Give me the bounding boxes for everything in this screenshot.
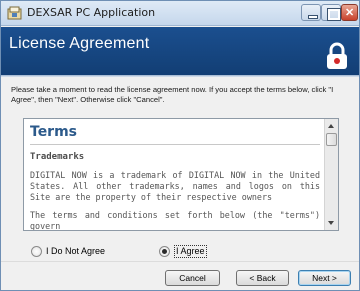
close-button[interactable] xyxy=(341,4,358,21)
maximize-icon xyxy=(322,5,341,21)
lock-icon xyxy=(327,42,347,69)
do-not-agree-label[interactable]: I Do Not Agree xyxy=(46,246,105,257)
license-scrollbar[interactable] xyxy=(324,119,338,230)
window-title: DEXSAR PC Application xyxy=(27,6,156,19)
agree-label[interactable]: I Agree xyxy=(174,245,207,258)
scroll-down-icon[interactable] xyxy=(325,217,338,230)
license-paragraph: DIGITAL NOW is a trademark of DIGITAL NO… xyxy=(30,170,320,202)
agree-radio[interactable] xyxy=(159,246,170,257)
terms-heading: Terms xyxy=(30,124,78,140)
installer-app-icon xyxy=(7,6,22,20)
footer-divider xyxy=(1,261,359,262)
maximize-button[interactable] xyxy=(321,4,341,21)
cancel-button[interactable]: Cancel xyxy=(165,270,220,286)
license-text-box[interactable]: Terms Trademarks DIGITAL NOW is a tradem… xyxy=(23,118,339,231)
trademarks-heading: Trademarks xyxy=(30,152,85,162)
installer-window: DEXSAR PC Application License Agreement … xyxy=(0,0,360,291)
instructions-text: Please take a moment to read the license… xyxy=(11,85,334,104)
scrollbar-thumb[interactable] xyxy=(326,133,337,146)
license-content: Terms Trademarks DIGITAL NOW is a tradem… xyxy=(30,124,320,231)
back-button[interactable]: < Back xyxy=(236,270,289,286)
title-bar[interactable]: DEXSAR PC Application xyxy=(1,1,359,26)
license-paragraph: The terms and conditions set forth below… xyxy=(30,210,320,231)
minimize-button[interactable] xyxy=(301,4,321,21)
close-icon xyxy=(342,5,357,20)
header-banner: License Agreement xyxy=(1,27,359,75)
terms-divider xyxy=(30,144,320,145)
minimize-icon xyxy=(302,5,320,20)
scroll-up-icon[interactable] xyxy=(325,119,338,132)
page-title: License Agreement xyxy=(9,35,150,52)
do-not-agree-radio[interactable] xyxy=(31,246,42,257)
banner-divider xyxy=(1,75,359,77)
next-button[interactable]: Next > xyxy=(298,270,351,286)
